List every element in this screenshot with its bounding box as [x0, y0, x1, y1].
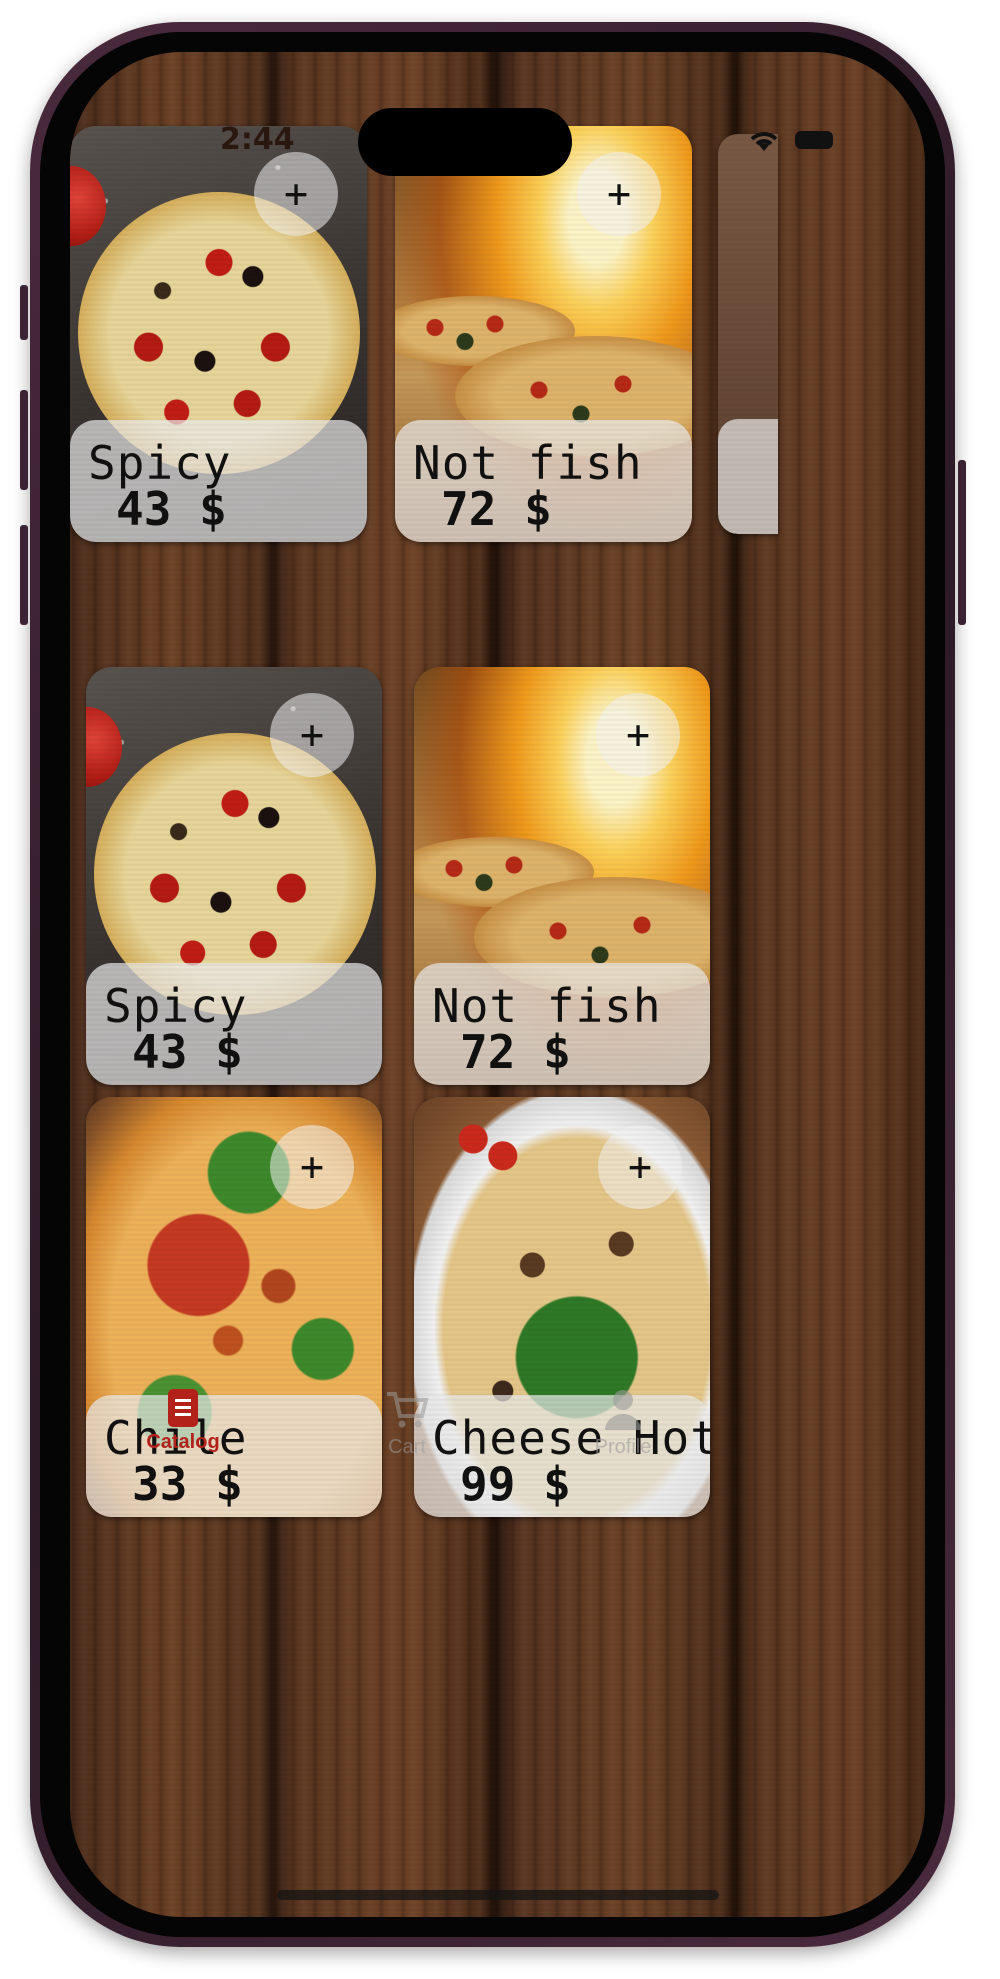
product-price: 72 $ — [441, 482, 552, 536]
product-info-panel-peek — [718, 419, 778, 534]
tab-profile[interactable]: Profile — [578, 1388, 668, 1459]
dynamic-island — [358, 108, 572, 176]
product-price: 72 $ — [460, 1025, 571, 1079]
power-button — [958, 460, 966, 625]
wifi-icon — [750, 132, 778, 151]
add-to-cart-button[interactable]: + — [598, 1125, 682, 1209]
product-price: 43 $ — [116, 482, 227, 536]
status-time: 2:44 — [220, 122, 295, 157]
catalog-icon — [168, 1389, 198, 1427]
cart-icon — [387, 1392, 429, 1428]
tab-catalog[interactable]: Catalog — [128, 1387, 238, 1454]
product-price: 99 $ — [460, 1457, 571, 1511]
app-screen: 2:44 + Spicy 43 $ + Not fish 72 $ + Spic… — [70, 52, 925, 1917]
tab-label-profile: Profile — [594, 1436, 652, 1458]
add-to-cart-button[interactable]: + — [577, 152, 661, 236]
product-card-top-not-fish[interactable]: + Not fish 72 $ — [395, 126, 692, 542]
battery-icon — [795, 131, 833, 149]
product-card-top-peek[interactable] — [718, 134, 778, 534]
product-info-panel: Not fish 72 $ — [414, 963, 710, 1085]
product-card-spicy[interactable]: + Spicy 43 $ — [86, 667, 382, 1085]
add-to-cart-button[interactable]: + — [254, 152, 338, 236]
volume-down-button — [20, 525, 28, 625]
product-info-panel: Spicy 43 $ — [70, 420, 367, 542]
profile-icon — [605, 1390, 641, 1430]
tab-cart[interactable]: Cart — [362, 1390, 452, 1459]
product-price: 33 $ — [132, 1457, 243, 1511]
add-to-cart-button[interactable]: + — [270, 693, 354, 777]
product-card-not-fish[interactable]: + Not fish 72 $ — [414, 667, 710, 1085]
tab-label-cart: Cart — [388, 1436, 426, 1458]
product-card-top-spicy[interactable]: + Spicy 43 $ — [70, 126, 367, 542]
product-info-panel: Not fish 72 $ — [395, 420, 692, 542]
add-to-cart-button[interactable]: + — [270, 1125, 354, 1209]
home-indicator[interactable] — [277, 1890, 719, 1900]
product-card-chile[interactable]: + Chile 33 $ — [86, 1097, 382, 1517]
add-to-cart-button[interactable]: + — [596, 693, 680, 777]
product-info-panel: Spicy 43 $ — [86, 963, 382, 1085]
volume-up-button — [20, 390, 28, 490]
product-price: 43 $ — [132, 1025, 243, 1079]
tab-label-catalog: Catalog — [146, 1431, 220, 1453]
status-icons — [747, 127, 833, 153]
silent-switch — [20, 285, 28, 340]
